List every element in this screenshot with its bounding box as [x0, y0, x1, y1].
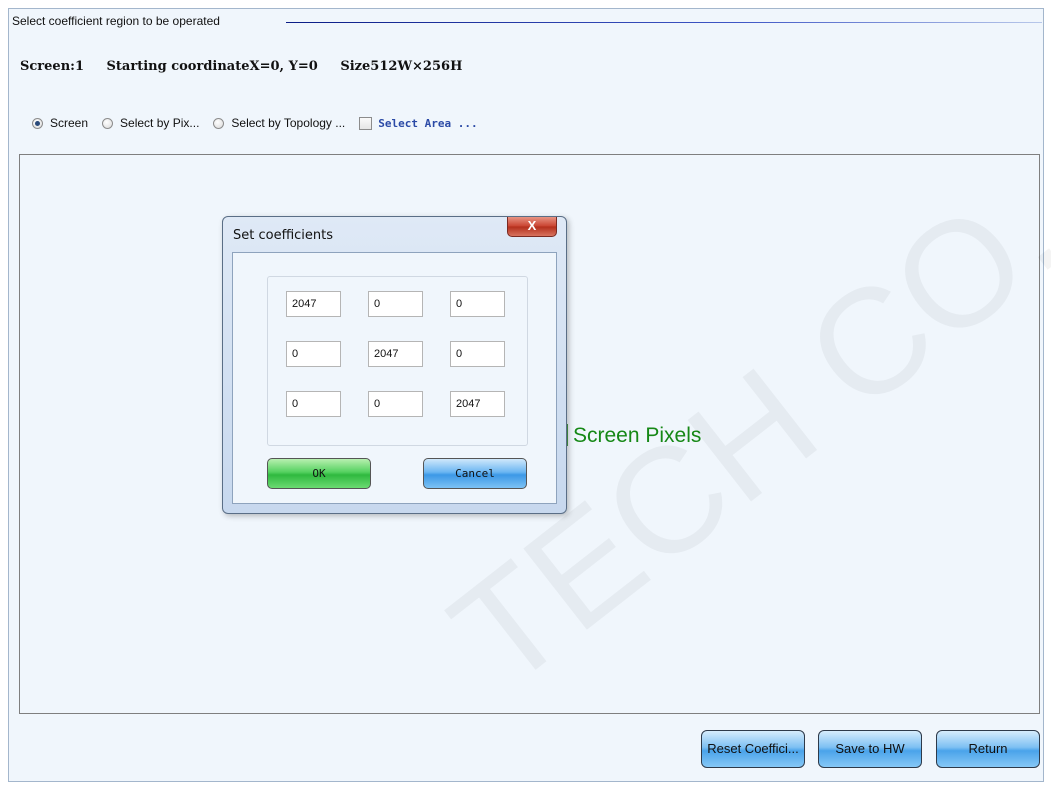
- coefficient-r3c1[interactable]: [286, 391, 341, 417]
- select-area-label: Select Area ...: [378, 116, 478, 130]
- option-select-by-pixel[interactable]: Select by Pix...: [102, 116, 199, 130]
- select-by-pixel-radio[interactable]: [102, 117, 114, 129]
- save-to-hw-button[interactable]: Save to HW: [818, 730, 922, 768]
- screen-number: Screen:1: [20, 59, 84, 74]
- select-by-topology-label: Select by Topology ...: [231, 116, 346, 130]
- starting-coordinate: Starting coordinateX=0, Y=0: [106, 59, 318, 74]
- select-by-pixel-label: Select by Pix...: [120, 116, 200, 130]
- screen-info: Screen:1 Starting coordinateX=0, Y=0 Siz…: [20, 59, 480, 74]
- close-icon[interactable]: X: [507, 217, 557, 237]
- coefficient-r2c2[interactable]: [368, 341, 423, 367]
- reset-coefficients-button[interactable]: Reset Coeffici...: [701, 730, 805, 768]
- region-options: Screen Select by Pix... Select by Topolo…: [32, 113, 492, 133]
- group-divider: [286, 22, 1042, 23]
- select-area-checkbox[interactable]: [359, 116, 373, 130]
- select-by-topology-radio[interactable]: [213, 117, 225, 129]
- coefficient-r1c3[interactable]: [450, 291, 505, 317]
- coefficient-r3c2[interactable]: [368, 391, 423, 417]
- coefficient-r1c2[interactable]: [368, 291, 423, 317]
- coefficient-r3c3[interactable]: [450, 391, 505, 417]
- dialog-title: Set coefficients: [233, 228, 334, 243]
- coefficient-r2c1[interactable]: [286, 341, 341, 367]
- group-legend: Select coefficient region to be operated: [12, 14, 220, 28]
- screen-radio-label: Screen: [50, 116, 89, 130]
- dialog-body: OK Cancel: [232, 252, 557, 504]
- option-screen[interactable]: Screen: [32, 116, 88, 130]
- coefficient-r1c1[interactable]: [286, 291, 341, 317]
- screen-radio[interactable]: [32, 117, 43, 129]
- cancel-button[interactable]: Cancel: [423, 458, 527, 489]
- screen-pixels-label: Screen Pixels: [573, 424, 702, 447]
- set-coefficients-dialog: Set coefficients X OK Cancel: [222, 216, 567, 514]
- screen-size: Size512W×256H: [340, 59, 463, 74]
- ok-button[interactable]: OK: [267, 458, 371, 489]
- option-select-by-topology[interactable]: Select by Topology ...: [213, 116, 345, 130]
- option-select-area[interactable]: Select Area ...: [359, 116, 478, 130]
- coefficient-r2c3[interactable]: [450, 341, 505, 367]
- coefficient-window: Select coefficient region to be operated…: [0, 0, 1051, 789]
- return-button[interactable]: Return: [936, 730, 1040, 768]
